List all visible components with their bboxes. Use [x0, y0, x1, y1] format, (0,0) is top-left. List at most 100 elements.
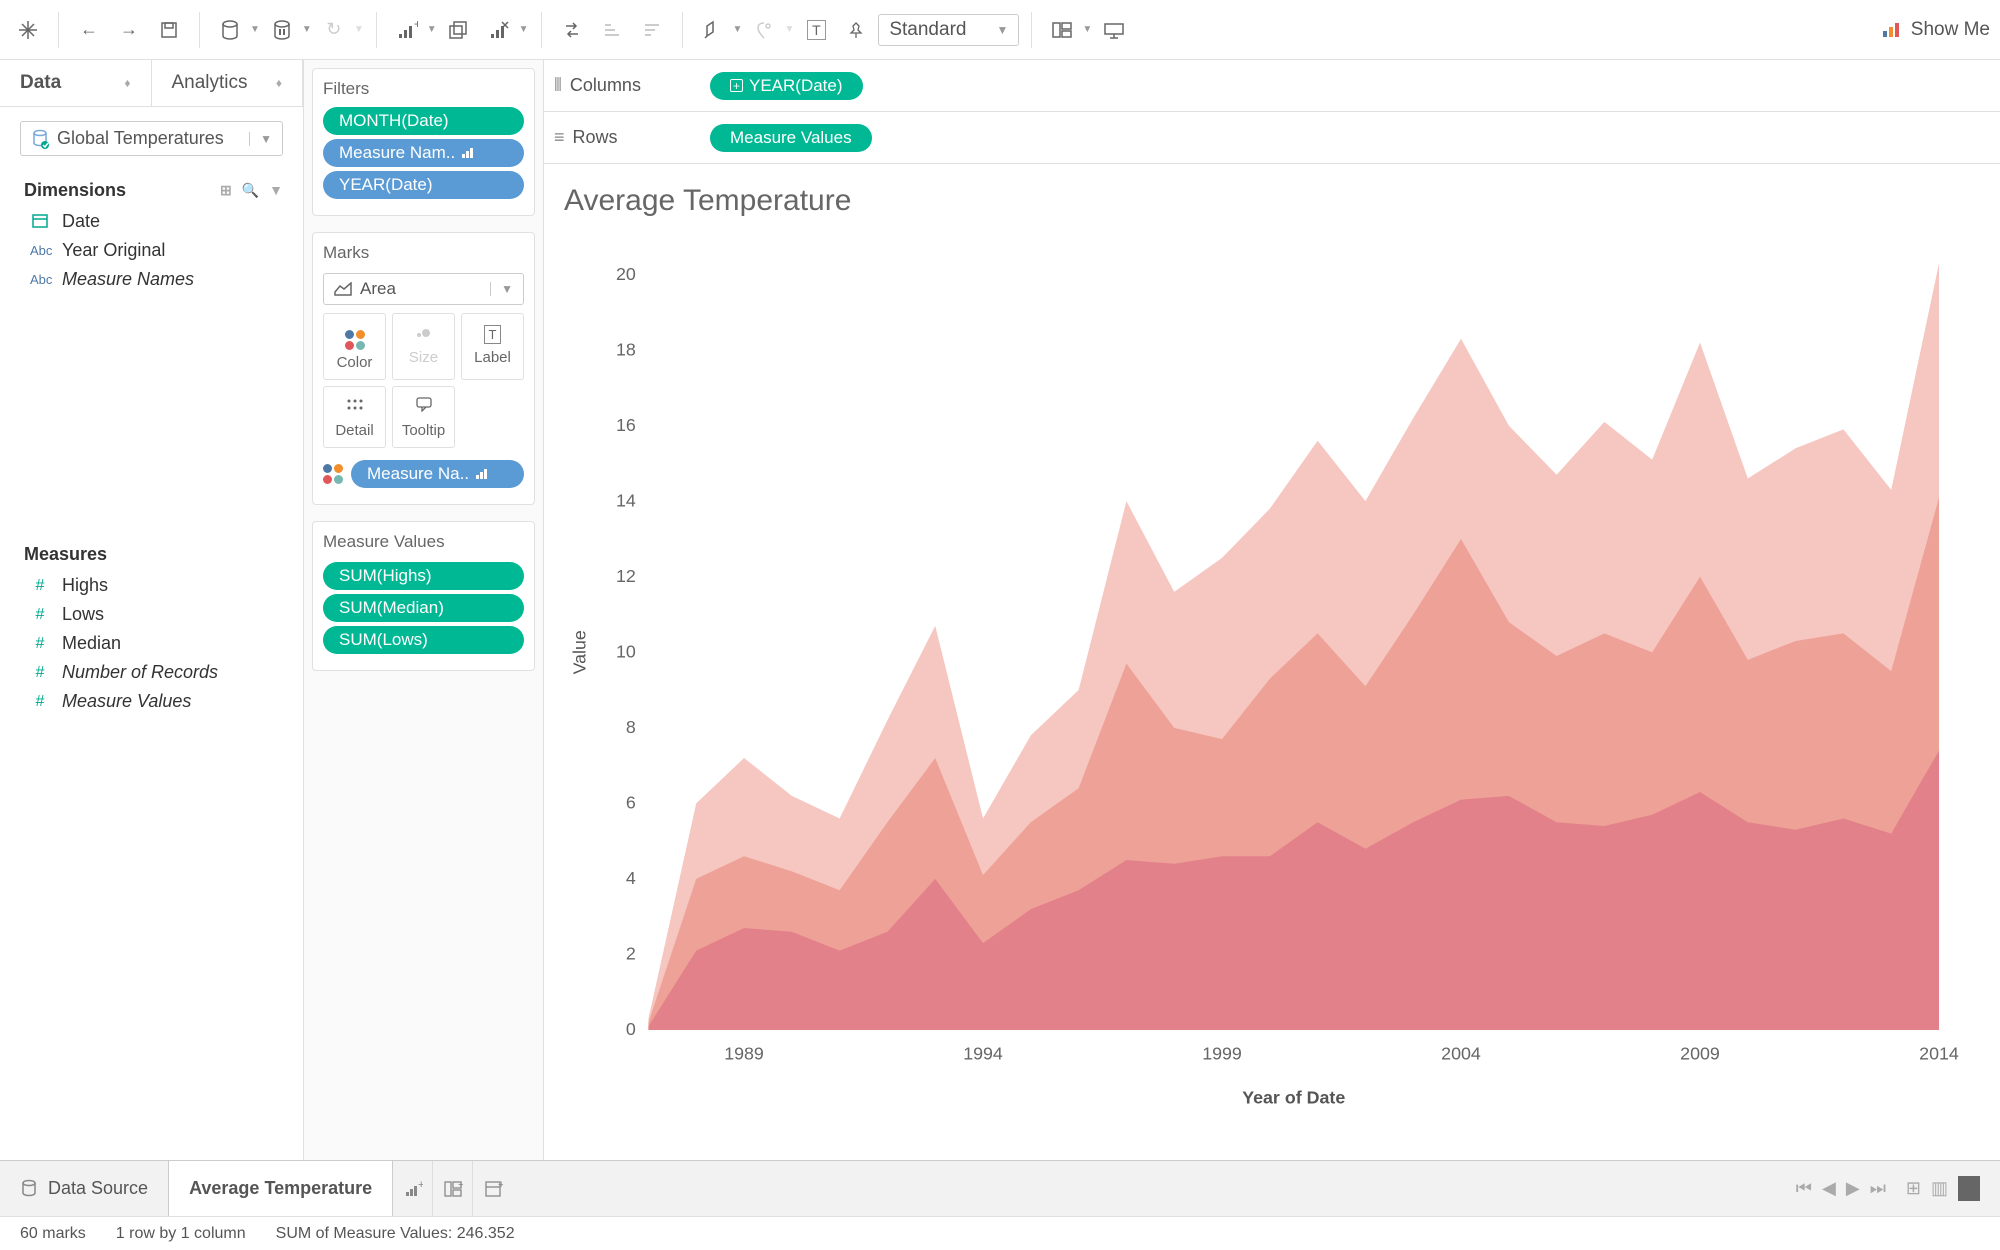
mark-size-button[interactable]: Size — [392, 313, 455, 380]
svg-text:+: + — [458, 1180, 463, 1191]
svg-text:12: 12 — [616, 566, 636, 586]
measure-field[interactable]: #Lows — [0, 600, 303, 629]
show-cards-button[interactable] — [1044, 12, 1080, 48]
next-sheet-icon[interactable]: ▶ — [1846, 1178, 1860, 1199]
datasource-tab[interactable]: Data Source — [0, 1161, 168, 1216]
sheet-tabs-bar: Data Source Average Temperature + + + ⏮ … — [0, 1160, 2000, 1216]
menu-icon[interactable]: ▼ — [269, 182, 283, 199]
sort-asc-button[interactable] — [594, 12, 630, 48]
datasource-select[interactable]: Global Temperatures▼ — [20, 121, 283, 156]
measure-field[interactable]: #Highs — [0, 571, 303, 600]
rows-pill[interactable]: Measure Values — [710, 124, 872, 152]
measures-header: Measures — [0, 534, 303, 571]
mark-tooltip-button[interactable]: Tooltip — [392, 386, 455, 448]
pause-updates-button[interactable] — [264, 12, 300, 48]
dimension-field[interactable]: AbcMeasure Names — [0, 265, 303, 294]
status-bar: 60 marks 1 row by 1 column SUM of Measur… — [0, 1216, 2000, 1250]
forward-button[interactable]: → — [111, 12, 147, 48]
measure-value-pill[interactable]: SUM(Highs) — [323, 562, 524, 590]
new-dashboard-button[interactable]: + — [433, 1161, 473, 1216]
show-filmstrip-icon[interactable]: ▥ — [1931, 1178, 1948, 1199]
toolbar: ← → ▼ ▼ ↻▼ +▼ ▼ ▼ ▼ T Standard▼ ▼ Show M… — [0, 0, 2000, 60]
refresh-button[interactable]: ↻ — [316, 12, 352, 48]
measure-field[interactable]: #Measure Values — [0, 687, 303, 716]
svg-text:1989: 1989 — [724, 1043, 764, 1063]
sheet-nav: ⏮ ◀ ▶ ⏭ ⊞ ▥ ▬ — [1776, 1176, 2000, 1201]
group-button[interactable] — [746, 12, 782, 48]
svg-text:16: 16 — [616, 415, 636, 435]
filter-pill[interactable]: YEAR(Date) — [323, 171, 524, 199]
save-button[interactable] — [151, 12, 187, 48]
svg-text:Value: Value — [569, 630, 589, 674]
measure-value-pill[interactable]: SUM(Lows) — [323, 626, 524, 654]
svg-text:20: 20 — [616, 264, 636, 284]
svg-text:6: 6 — [626, 793, 636, 813]
svg-text:2004: 2004 — [1441, 1043, 1481, 1063]
measure-field[interactable]: #Median — [0, 629, 303, 658]
columns-pill[interactable]: +YEAR(Date) — [710, 72, 863, 100]
svg-text:14: 14 — [616, 490, 636, 510]
sheet-tab-active[interactable]: Average Temperature — [168, 1161, 393, 1216]
svg-text:Year of Date: Year of Date — [1242, 1087, 1345, 1107]
tab-data[interactable]: Data♦ — [0, 60, 152, 106]
cards-panel: Filters MONTH(Date)Measure Nam..YEAR(Dat… — [304, 60, 544, 1160]
mark-label-button[interactable]: TLabel — [461, 313, 524, 380]
pin-button[interactable] — [838, 12, 874, 48]
swap-button[interactable] — [554, 12, 590, 48]
measure-values-header: Measure Values — [323, 532, 524, 552]
measure-value-pill[interactable]: SUM(Median) — [323, 594, 524, 622]
svg-text:2: 2 — [626, 944, 636, 964]
show-sheets-icon[interactable]: ▬ — [1958, 1176, 1980, 1201]
mark-type-select[interactable]: Area▼ — [323, 273, 524, 305]
svg-text:+: + — [418, 1180, 423, 1191]
columns-icon: ⦀ — [554, 75, 562, 96]
show-me-button[interactable]: Show Me — [1881, 19, 1990, 41]
new-datasource-button[interactable] — [212, 12, 248, 48]
highlight-button[interactable] — [695, 12, 731, 48]
svg-text:1999: 1999 — [1202, 1043, 1242, 1063]
chart-title[interactable]: Average Temperature — [544, 164, 2000, 228]
show-labels-button[interactable]: T — [798, 12, 834, 48]
mark-color-button[interactable]: Color — [323, 313, 386, 380]
color-shelf-pill[interactable]: Measure Na.. — [323, 456, 524, 492]
rows-shelf[interactable]: ≡Rows Measure Values — [544, 112, 2000, 164]
marks-card: Marks Area▼ ColorSizeTLabelDetailTooltip… — [312, 232, 535, 505]
presentation-button[interactable] — [1096, 12, 1132, 48]
area-chart[interactable]: 0246810121416182019891994199920042009201… — [554, 238, 1960, 1140]
status-marks: 60 marks — [20, 1225, 86, 1243]
dimension-field[interactable]: Date — [0, 207, 303, 236]
measure-field[interactable]: #Number of Records — [0, 658, 303, 687]
svg-text:1994: 1994 — [963, 1043, 1003, 1063]
dimension-field[interactable]: AbcYear Original — [0, 236, 303, 265]
filter-pill[interactable]: Measure Nam.. — [323, 139, 524, 167]
sort-desc-button[interactable] — [634, 12, 670, 48]
search-icon[interactable]: 🔍 — [242, 182, 259, 199]
rows-icon: ≡ — [554, 127, 565, 148]
svg-text:+: + — [498, 1180, 503, 1191]
new-sheet-button[interactable]: + — [393, 1161, 433, 1216]
svg-text:+: + — [414, 20, 418, 31]
clear-sheet-button[interactable] — [481, 12, 517, 48]
chart-area: Average Temperature 02468101214161820198… — [544, 164, 2000, 1160]
tab-analytics[interactable]: Analytics♦ — [152, 60, 304, 106]
back-button[interactable]: ← — [71, 12, 107, 48]
duplicate-sheet-button[interactable] — [441, 12, 477, 48]
columns-shelf[interactable]: ⦀Columns +YEAR(Date) — [544, 60, 2000, 112]
svg-text:8: 8 — [626, 717, 636, 737]
new-story-button[interactable]: + — [473, 1161, 513, 1216]
data-pane: Data♦ Analytics♦ Global Temperatures▼ Di… — [0, 60, 304, 1160]
status-sum: SUM of Measure Values: 246.352 — [276, 1225, 515, 1243]
prev-sheet-icon[interactable]: ◀ — [1822, 1178, 1836, 1199]
new-worksheet-button[interactable]: + — [389, 12, 425, 48]
last-sheet-icon[interactable]: ⏭ — [1870, 1178, 1886, 1199]
view-as-icon[interactable]: ⊞ — [220, 182, 232, 199]
show-tabs-icon[interactable]: ⊞ — [1906, 1178, 1921, 1199]
dimensions-header: Dimensions ⊞🔍▼ — [0, 170, 303, 207]
tableau-logo-icon[interactable] — [10, 12, 46, 48]
filter-pill[interactable]: MONTH(Date) — [323, 107, 524, 135]
status-rows: 1 row by 1 column — [116, 1225, 246, 1243]
fit-select[interactable]: Standard▼ — [878, 14, 1019, 46]
first-sheet-icon[interactable]: ⏮ — [1796, 1178, 1812, 1199]
mark-detail-button[interactable]: Detail — [323, 386, 386, 448]
svg-text:2014: 2014 — [1919, 1043, 1959, 1063]
